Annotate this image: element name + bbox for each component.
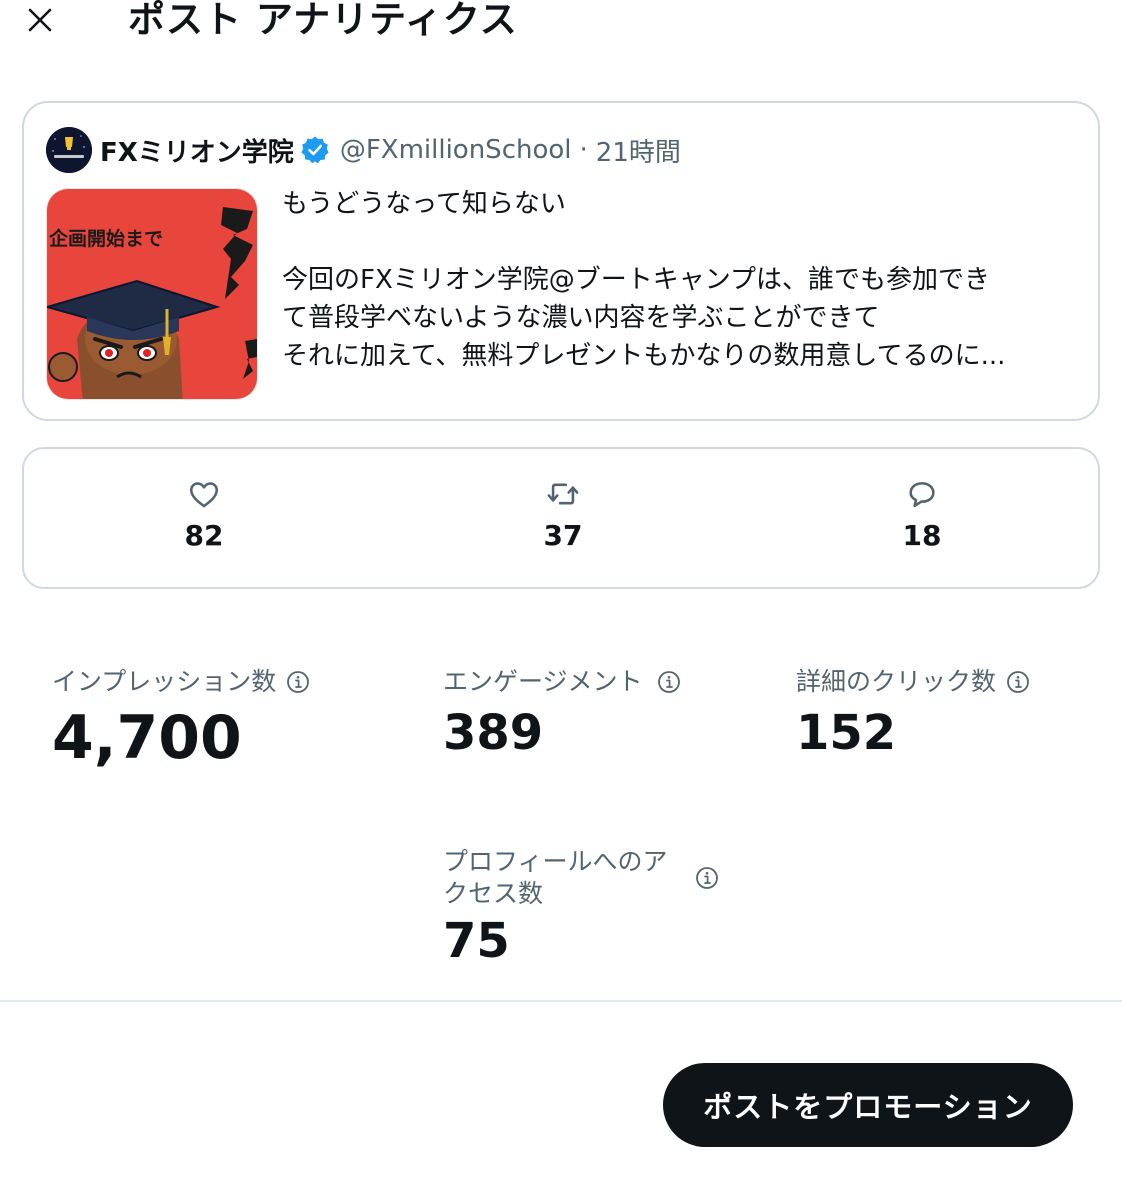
reposts-stat[interactable]: 37 — [503, 477, 623, 552]
info-icon[interactable] — [1006, 670, 1030, 694]
post-author-row: FXミリオン学院 @FXmillionSchool · 21時間 — [46, 125, 681, 175]
heart-icon — [189, 482, 219, 508]
info-icon[interactable] — [286, 670, 310, 694]
metric-label: クセス数 — [443, 879, 544, 908]
likes-count: 82 — [184, 519, 224, 552]
close-icon — [28, 8, 52, 32]
engagement-summary-card: 82 37 18 — [22, 447, 1100, 589]
footer-divider — [0, 1000, 1122, 1002]
separator-dot: · — [579, 135, 588, 165]
modal-header: ポスト アナリティクス — [0, 0, 1122, 50]
replies-stat[interactable]: 18 — [862, 477, 982, 552]
metric-label: エンゲージメント — [443, 667, 643, 696]
repost-icon — [547, 483, 579, 505]
metric-label: インプレッション数 — [52, 667, 277, 696]
post-author-name[interactable]: FXミリオン学院 — [100, 132, 294, 169]
metric-label: プロフィールへのア — [443, 847, 668, 876]
post-timestamp[interactable]: 21時間 — [596, 132, 681, 169]
metric-profile-visits: プロフィールへのア クセス数 75 — [443, 846, 719, 970]
post-thumbnail-image[interactable]: 企画開始まで — [46, 188, 258, 400]
promote-post-button[interactable]: ポストをプロモーション — [663, 1063, 1073, 1147]
post-text-line — [282, 223, 1082, 261]
metric-label: 詳細のクリック数 — [796, 667, 997, 696]
replies-count: 18 — [902, 519, 942, 552]
profile-visits-value: 75 — [443, 913, 510, 969]
metric-detail-clicks: 詳細のクリック数 152 — [796, 666, 1030, 762]
metric-impressions: インプレッション数 4,700 — [52, 666, 310, 774]
metric-engagements: エンゲージメント 389 — [443, 666, 681, 762]
metric-label-wrap: プロフィールへのア クセス数 — [443, 846, 681, 910]
engagements-value: 389 — [443, 705, 544, 761]
detail-clicks-value: 152 — [796, 705, 897, 761]
avatar[interactable] — [46, 127, 92, 173]
reply-icon — [909, 482, 935, 508]
verified-badge-icon — [301, 136, 329, 164]
post-text[interactable]: もうどうなって知らない 今回のFXミリオン学院@ブートキャンプは、誰でも参加でき… — [282, 185, 1082, 375]
likes-stat[interactable]: 82 — [144, 477, 264, 552]
impressions-value: 4,700 — [52, 703, 242, 773]
info-icon[interactable] — [695, 866, 719, 890]
info-icon[interactable] — [657, 670, 681, 694]
post-preview-card[interactable]: FXミリオン学院 @FXmillionSchool · 21時間 企画開始まで — [22, 101, 1100, 421]
post-text-line: もうどうなって知らない — [282, 189, 566, 219]
reposts-count: 37 — [543, 519, 583, 552]
page-title: ポスト アナリティクス — [128, 0, 518, 41]
post-text-line: それに加えて、無料プレゼントもかなりの数用意してるのに... — [282, 341, 1006, 371]
post-text-line: て普段学べないような濃い内容を学ぶことができて — [282, 303, 880, 333]
close-button[interactable] — [22, 2, 58, 38]
thumbnail-caption: 企画開始まで — [48, 227, 163, 250]
post-text-line: 今回のFXミリオン学院@ブートキャンプは、誰でも参加でき — [282, 265, 990, 295]
post-author-handle[interactable]: @FXmillionSchool — [340, 135, 572, 165]
